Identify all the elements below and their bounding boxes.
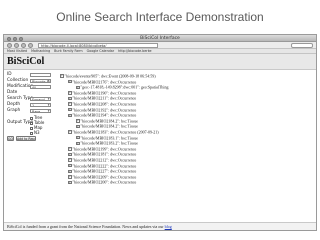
add-to-report-button[interactable]: Add to Report: [16, 136, 36, 141]
site-brand: BiSciCol: [4, 54, 316, 70]
bookmark-item[interactable]: Most Visited: [7, 49, 27, 53]
tree-node[interactable]: + "biocode/MBIO2183": dwc:Occurrence (200…: [68, 129, 159, 135]
window-title: BiSciCol Interface: [140, 36, 180, 41]
tree-node[interactable]: + "biocode/MBIO2199": dwc:Occurrence: [68, 146, 136, 151]
expand-toggle-icon[interactable]: +: [68, 175, 72, 179]
go-button[interactable]: GO: [7, 136, 14, 141]
browser-toolbar: http://biocode.Jl.local:8080/bicolbeta/: [4, 42, 316, 49]
bookmark-item[interactable]: http://biocode.berke: [118, 49, 151, 53]
expand-toggle-icon[interactable]: +: [60, 74, 64, 78]
expand-toggle-icon[interactable]: +: [68, 169, 72, 174]
blog-link[interactable]: blog: [165, 224, 172, 229]
reload-icon[interactable]: [21, 42, 26, 48]
expand-toggle-icon[interactable]: +: [68, 96, 72, 101]
tree-node[interactable]: + "biocode/MBIO2183.1": bsc:Tissue: [76, 135, 138, 140]
slide-title: Online Search Interface Demonstration: [56, 10, 264, 24]
expand-toggle-icon[interactable]: +: [68, 147, 72, 151]
bookmark-item[interactable]: Burk Family Farm: [54, 49, 82, 53]
depth-select[interactable]: 1: [30, 102, 51, 108]
url-bar[interactable]: http://biocode.Jl.local:8080/bicolbeta/: [38, 42, 158, 48]
tree-node[interactable]: + "biocode/MBIO2176": dwc:Occurrence: [68, 79, 136, 84]
back-icon[interactable]: [7, 42, 12, 48]
expand-toggle-icon[interactable]: +: [76, 119, 80, 123]
expand-toggle-icon[interactable]: +: [76, 141, 80, 146]
collection-select[interactable]: Biocode Events: [30, 78, 51, 84]
expand-toggle-icon[interactable]: +: [76, 85, 80, 90]
output-option-n3[interactable]: N3: [30, 130, 40, 135]
tree-node[interactable]: + "biocode/MBIO2192": dwc:Occurrence: [68, 107, 136, 112]
field-label: Graph: [7, 108, 21, 113]
expand-toggle-icon[interactable]: +: [68, 102, 72, 106]
browser-search-input[interactable]: [291, 42, 313, 48]
tree-node[interactable]: + "biocode/MBIO2183.2": bsc:Tissue: [76, 140, 138, 146]
id-input[interactable]: [30, 72, 51, 78]
checkbox-icon[interactable]: [30, 131, 33, 135]
tree-node[interactable]: + "biocode/MBIO2212": dwc:Occurrence: [68, 157, 136, 163]
tree-node[interactable]: + "geo:-17.4818,-149.8298":dwc:001": geo:…: [76, 84, 169, 90]
expand-toggle-icon[interactable]: +: [76, 135, 80, 140]
expand-toggle-icon[interactable]: +: [68, 152, 72, 157]
expand-toggle-icon[interactable]: +: [68, 107, 72, 112]
expand-toggle-icon[interactable]: +: [68, 91, 72, 95]
page-footer: BiSciCol is funded from a grant from the…: [4, 222, 316, 230]
tree-node[interactable]: + "biocode/MBIO2211": dwc:Occurrence: [68, 95, 136, 101]
search-form: ID Collection Biocode Events Modificatio…: [4, 72, 58, 141]
tree-node[interactable]: + "biocode/MBIO2184.2": bsc:Tissue: [76, 123, 138, 129]
modification-input[interactable]: All: [30, 84, 51, 90]
tree-node[interactable]: + "biocode/MBIO2208": dwc:Occurrence: [68, 101, 136, 107]
tree-node[interactable]: + "biocode/MBIO2227": dwc:Occurrence: [68, 168, 136, 174]
home-icon[interactable]: [28, 42, 33, 48]
footer-text: BiSciCol is funded from a grant from the…: [7, 224, 164, 229]
expand-toggle-icon[interactable]: +: [68, 158, 72, 162]
expand-toggle-icon[interactable]: +: [68, 180, 72, 185]
tree-node[interactable]: + "biocode/MBIO2181": dwc:Occurrence: [68, 151, 136, 157]
tree-node[interactable]: + "biocode/events/905": dwc:Event (2008-0…: [60, 73, 156, 79]
tree-node[interactable]: + "biocode/MBIO2194": dwc:Occurrence: [68, 112, 136, 118]
expand-toggle-icon[interactable]: +: [68, 79, 72, 84]
tree-node[interactable]: + "biocode/MBIO2209": dwc:Occurrence: [68, 174, 136, 179]
option-label: N3: [34, 130, 40, 135]
expand-toggle-icon[interactable]: +: [68, 163, 72, 168]
expand-toggle-icon[interactable]: +: [68, 130, 72, 134]
tree-node[interactable]: + "biocode/MBIO2190": dwc:Occurrence: [68, 90, 136, 95]
tree-node[interactable]: + "biocode/MBIO2222": dwc:Occurrence: [68, 163, 136, 168]
tree-node[interactable]: + "biocode/MBIO2184.2": bsc:Tissue: [76, 118, 138, 123]
graph-select[interactable]: Base: [30, 108, 51, 114]
field-graph: Graph Base: [4, 108, 58, 114]
bookmark-item[interactable]: Mathacking: [31, 49, 50, 53]
expand-toggle-icon[interactable]: +: [68, 113, 72, 118]
expand-toggle-icon[interactable]: +: [76, 124, 80, 129]
tree-node[interactable]: + "biocode/MBIO2200": dwc:Occurrence: [68, 179, 137, 185]
search-type-select[interactable]: Expand: [30, 96, 51, 102]
browser-window: BiSciCol Interface http://biocode.Jl.loc…: [3, 34, 317, 231]
window-titlebar: BiSciCol Interface: [4, 35, 316, 42]
bookmark-item[interactable]: Google Calendar: [87, 49, 115, 53]
tree-node-label: "biocode/MBIO2200": dwc:Occurrence: [72, 179, 137, 185]
forward-icon[interactable]: [14, 42, 19, 48]
